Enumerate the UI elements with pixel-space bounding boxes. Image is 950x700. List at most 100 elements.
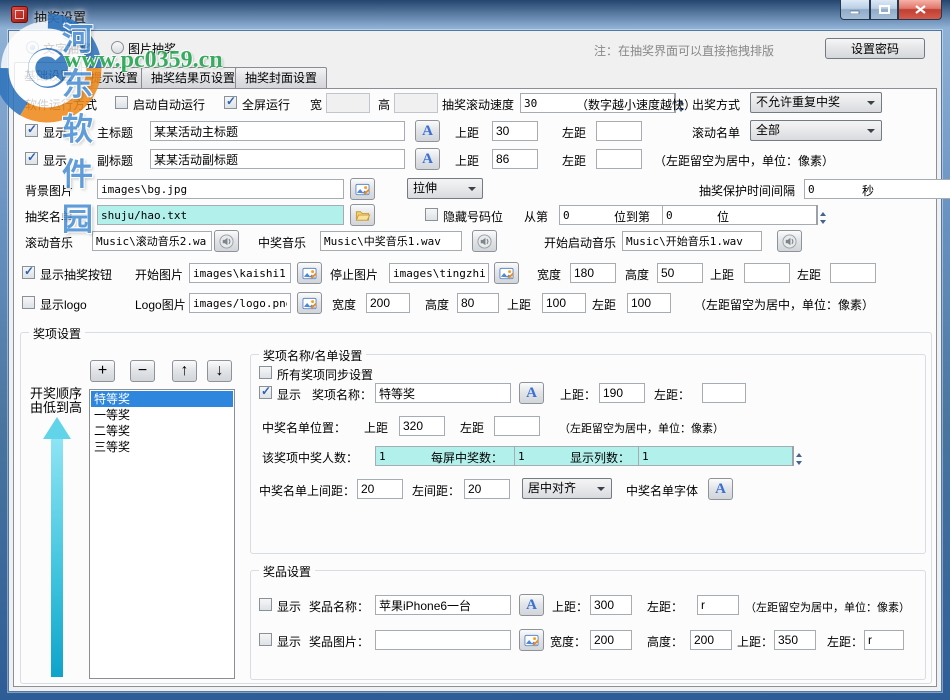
winner-font-button[interactable]: A	[708, 478, 733, 500]
goods-name-input[interactable]	[375, 595, 511, 615]
show-prize-name-checkbox[interactable]	[259, 386, 272, 399]
vgap-input[interactable]	[357, 479, 403, 499]
show-label: 显示	[277, 598, 301, 615]
logo-left-input[interactable]	[627, 293, 671, 313]
namelist-input[interactable]	[97, 205, 344, 225]
subtitle-input[interactable]	[150, 149, 405, 169]
goods-top-input[interactable]	[590, 595, 632, 615]
columns-label: 显示列数：	[570, 449, 630, 466]
show-goods-image-checkbox[interactable]	[259, 633, 272, 646]
stop-image-picker-button[interactable]	[494, 262, 519, 284]
logo-picker-button[interactable]	[297, 292, 322, 314]
columns-input[interactable]	[638, 446, 792, 466]
show-logo-checkbox[interactable]	[22, 296, 35, 309]
start-music-label: 开始启动音乐	[544, 234, 616, 251]
hgap-label: 左间距：	[412, 482, 460, 499]
namelist-browse-button[interactable]	[350, 204, 375, 226]
start-image-picker-button[interactable]	[297, 262, 322, 284]
roll-music-input[interactable]	[92, 231, 212, 251]
start-music-play-button[interactable]	[777, 230, 802, 252]
goods-height-input[interactable]	[690, 630, 732, 650]
stop-image-input[interactable]	[389, 263, 489, 283]
show-goods-name-checkbox[interactable]	[259, 598, 272, 611]
start-music-input[interactable]	[622, 231, 762, 251]
maximize-button[interactable]	[870, 0, 898, 20]
run-height-input[interactable]	[394, 93, 438, 113]
to-input[interactable]	[662, 205, 816, 225]
app-icon	[11, 6, 28, 23]
logo-image-input[interactable]	[189, 293, 291, 313]
show-main-title-checkbox[interactable]	[25, 124, 38, 137]
win-music-input[interactable]	[320, 231, 462, 251]
stretch-dropdown[interactable]: 拉伸	[407, 178, 483, 199]
btn-width-input[interactable]	[570, 263, 616, 283]
subtitle-font-button[interactable]: A	[415, 148, 440, 170]
prize-left-input[interactable]	[702, 383, 746, 403]
background-picker-button[interactable]	[350, 178, 375, 200]
tab-cover-settings[interactable]: 抽奖封面设置	[235, 67, 327, 89]
font-icon: A	[422, 123, 433, 140]
hgap-input[interactable]	[464, 479, 510, 499]
fullscreen-checkbox[interactable]	[224, 96, 237, 109]
align-dropdown[interactable]: 居中对齐	[522, 478, 612, 499]
goods-image-picker-button[interactable]	[519, 629, 544, 651]
goods-image-input[interactable]	[375, 630, 511, 650]
sync-all-checkbox[interactable]	[259, 366, 272, 379]
subtitle-top-input[interactable]	[492, 149, 538, 169]
start-image-input[interactable]	[189, 263, 291, 283]
tab-basic-settings[interactable]: 基础设置	[14, 62, 82, 89]
image-lottery-radio[interactable]	[111, 41, 124, 54]
columns-spinner	[638, 446, 684, 466]
protect-spinner	[804, 179, 851, 199]
pos-left-input[interactable]	[494, 416, 540, 436]
roll-music-label: 滚动音乐	[25, 234, 73, 251]
main-title-top-input[interactable]	[492, 121, 538, 141]
goods-name-font-button[interactable]: A	[519, 594, 544, 616]
prize-top-input[interactable]	[599, 383, 645, 403]
show-draw-button-checkbox[interactable]	[22, 266, 35, 279]
close-button[interactable]	[898, 0, 942, 20]
minimize-button[interactable]	[840, 0, 870, 20]
tab-hint-settings[interactable]: 提示设置	[80, 67, 148, 89]
tab-result-page-settings[interactable]: 抽奖结果页设置	[141, 67, 245, 89]
speaker-icon	[781, 234, 798, 249]
run-width-input[interactable]	[326, 93, 370, 113]
win-music-label: 中奖音乐	[258, 234, 306, 251]
goods-top2-label: 上距：	[737, 633, 773, 650]
btn-top-input[interactable]	[744, 263, 790, 283]
autostart-checkbox[interactable]	[115, 96, 128, 109]
main-title-left-input[interactable]	[596, 121, 642, 141]
win-music-play-button[interactable]	[472, 230, 497, 252]
goods-top2-input[interactable]	[774, 630, 816, 650]
protect-input[interactable]	[804, 179, 950, 199]
from-spinner	[559, 205, 604, 225]
background-input[interactable]	[97, 179, 344, 199]
set-password-button[interactable]: 设置密码	[825, 38, 925, 59]
btn-left-input[interactable]	[830, 263, 876, 283]
main-title-font-button[interactable]: A	[415, 120, 440, 142]
center-hint: （左距留空为居中，单位：像素）	[654, 152, 834, 169]
winner-count-row: 该奖项中奖人数： 每屏中奖数： 显示列数：	[14, 445, 936, 467]
draw-mode-dropdown[interactable]: 不允许重复中奖	[750, 92, 882, 113]
btn-height-input[interactable]	[657, 263, 703, 283]
subtitle-left-input[interactable]	[596, 149, 642, 169]
roll-music-play-button[interactable]	[214, 230, 239, 252]
text-lottery-radio[interactable]	[26, 41, 39, 54]
winner-count-label: 该奖项中奖人数：	[262, 449, 358, 466]
logo-width-input[interactable]	[366, 293, 410, 313]
autostart-label: 启动自动运行	[133, 96, 205, 113]
hide-digits-checkbox[interactable]	[425, 208, 438, 221]
font-icon: A	[422, 151, 433, 168]
pos-top-input[interactable]	[399, 416, 445, 436]
goods-width-input[interactable]	[590, 630, 632, 650]
show-subtitle-checkbox[interactable]	[25, 152, 38, 165]
goods-left-input[interactable]	[697, 595, 739, 615]
logo-height-input[interactable]	[457, 293, 499, 313]
roll-list-dropdown[interactable]: 全部	[750, 120, 882, 141]
prize-name-font-button[interactable]: A	[519, 382, 544, 404]
main-title-input[interactable]	[150, 121, 405, 141]
logo-top-input[interactable]	[542, 293, 586, 313]
goods-left2-input[interactable]	[864, 630, 904, 650]
prize-name-input[interactable]	[375, 383, 511, 403]
roll-list-label: 滚动名单	[692, 124, 740, 141]
